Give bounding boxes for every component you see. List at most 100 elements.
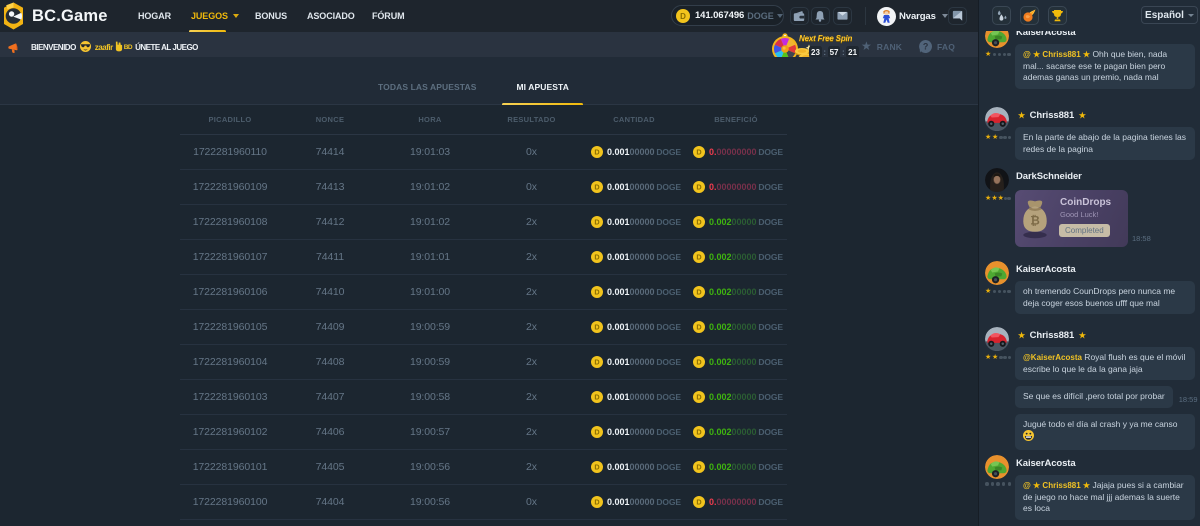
profit-value: 0.00200000	[709, 252, 757, 262]
tab-todas-las-apuestas[interactable]: TODAS LAS APUESTAS	[358, 70, 496, 104]
cell-hash: 1722281960110	[180, 146, 280, 158]
column-header-resultado: RESULTADO	[480, 115, 583, 124]
wallet-button[interactable]	[790, 7, 809, 26]
table-row[interactable]: 17222819601037440719:00:582xD0.00100000D…	[180, 380, 787, 415]
amount-currency: DOGE	[656, 287, 681, 297]
amount-value: 0.00100000	[607, 322, 655, 332]
profit-currency: DOGE	[758, 497, 783, 507]
language-selector[interactable]: Español	[1141, 6, 1198, 24]
cell-nonce: 74409	[280, 321, 380, 333]
chat-username[interactable]: KaiserAcosta	[1016, 458, 1076, 469]
chat-bubble[interactable]: @ ★ Chriss881 ★ Jajaja pues si a cambiar…	[1015, 475, 1195, 520]
table-row[interactable]: 17222819601087441219:01:022xD0.00100000D…	[180, 205, 787, 240]
chat-avatar[interactable]	[985, 168, 1009, 192]
table-row[interactable]: 17222819601097441319:01:020xD0.00100000D…	[180, 170, 787, 205]
cell-result: 0x	[480, 496, 583, 508]
balance-pill[interactable]: D 141.067496 DOGE	[671, 5, 784, 26]
cell-amount: D0.00100000DOGE	[583, 461, 685, 473]
coindrops-card[interactable]: ₿CoinDropsGood Luck!Completed	[1015, 190, 1128, 247]
doge-coin-icon: D	[693, 216, 705, 228]
chat-avatar[interactable]	[985, 31, 1009, 48]
svg-text:D: D	[680, 12, 686, 21]
profit-value: 0.00200000	[709, 322, 757, 332]
table-row[interactable]: 17222819601017440519:00:562xD0.00100000D…	[180, 450, 787, 485]
tab-mi-apuesta[interactable]: MI APUESTA	[496, 70, 588, 104]
chat-bubble[interactable]: Jugué todo el día al crash y ya me canso	[1015, 414, 1195, 450]
profit-currency: DOGE	[758, 357, 783, 367]
chat-avatar[interactable]	[985, 327, 1009, 351]
cell-hash: 1722281960104	[180, 356, 280, 368]
chat-bubble[interactable]: Se que es difícil ,pero total por probar…	[1015, 386, 1173, 408]
doge-coin-icon: D	[693, 321, 705, 333]
cell-profit: D0.00200000DOGE	[685, 251, 787, 263]
table-row[interactable]: 17222819601027440619:00:572xD0.00100000D…	[180, 415, 787, 450]
user-menu[interactable]: Nvargas	[877, 7, 948, 26]
fireball-button[interactable]	[1020, 6, 1039, 25]
table-row[interactable]: 17222819601107441419:01:030xD0.00100000D…	[180, 135, 787, 170]
cell-result: 2x	[480, 426, 583, 438]
cell-time: 19:00:59	[380, 356, 480, 368]
user-avatar	[877, 7, 896, 26]
cell-hash: 1722281960109	[180, 181, 280, 193]
chat-toggle-button[interactable]	[948, 7, 967, 26]
chat-username[interactable]: KaiserAcosta	[1016, 264, 1076, 275]
faq-label: FAQ	[937, 42, 955, 52]
table-row[interactable]: 17222819601007440419:00:560xD0.00100000D…	[180, 485, 787, 520]
amount-value: 0.00100000	[607, 217, 655, 227]
rating-dot-icon	[1002, 482, 1006, 486]
chat-username[interactable]: ★ Chriss881 ★	[1016, 110, 1088, 121]
doge-coin-icon: D	[693, 426, 705, 438]
bets-table-wrap: PICADILLONONCEHORARESULTADOCANTIDADBENEF…	[0, 105, 978, 526]
cell-time: 19:00:57	[380, 426, 480, 438]
notifications-button[interactable]	[811, 7, 830, 26]
chat-toggle-icon	[952, 10, 963, 21]
messages-button[interactable]	[833, 7, 852, 26]
chat-username[interactable]: DarkSchneider	[1016, 171, 1082, 182]
amount-currency: DOGE	[656, 392, 681, 402]
rain-button[interactable]	[992, 6, 1011, 25]
table-row[interactable]: 17222819601047440819:00:592xD0.00100000D…	[180, 345, 787, 380]
announcement-prefix: BIENVENIDO	[31, 43, 76, 52]
svg-text:D: D	[594, 358, 599, 367]
faq-button[interactable]: ? FAQ	[919, 36, 955, 57]
table-row[interactable]: 17222819601057440919:00:592xD0.00100000D…	[180, 310, 787, 345]
doge-coin-icon: D	[591, 496, 603, 508]
chat-username[interactable]: ★ Chriss881 ★	[1016, 330, 1088, 341]
cell-profit: D0.00000000DOGE	[685, 181, 787, 193]
cell-result: 2x	[480, 286, 583, 298]
chat-avatar[interactable]	[985, 455, 1009, 479]
cell-result: 2x	[480, 356, 583, 368]
cell-amount: D0.00100000DOGE	[583, 356, 685, 368]
trophy-icon	[1051, 9, 1064, 22]
chat-bubble[interactable]: @ ★ Chriss881 ★ Ohh que bien, nada mal..…	[1015, 44, 1195, 89]
doge-coin-icon: D	[693, 181, 705, 193]
chat-bubble[interactable]: @KaiserAcosta Royal flush es que el móvi…	[1015, 347, 1195, 380]
cell-result: 2x	[480, 216, 583, 228]
chat-bubble[interactable]: oh tremendo CounDrops pero nunca me deja…	[1015, 281, 1195, 314]
cell-hash: 1722281960107	[180, 251, 280, 263]
column-header-picadillo: PICADILLO	[180, 115, 280, 124]
rank-button[interactable]: ★ RANK	[861, 36, 902, 57]
chat-bubble[interactable]: En la parte de abajo de la pagina tienes…	[1015, 127, 1195, 160]
table-row[interactable]: 17222819601077441119:01:012xD0.00100000D…	[180, 240, 787, 275]
cell-time: 19:01:02	[380, 181, 480, 193]
coindrops-completed-button[interactable]: Completed	[1059, 224, 1110, 237]
rating-dot-icon	[993, 53, 997, 57]
amount-currency: DOGE	[656, 427, 681, 437]
chat-avatar[interactable]	[985, 107, 1009, 131]
cell-nonce: 74410	[280, 286, 380, 298]
amount-value: 0.00100000	[607, 392, 655, 402]
chat-avatar[interactable]	[985, 261, 1009, 285]
amount-value: 0.00100000	[607, 147, 655, 157]
mail-icon	[837, 10, 848, 21]
rating-dot-icon	[1003, 290, 1007, 294]
rating-dot-icon	[996, 482, 1000, 486]
rating-dot-icon	[999, 356, 1003, 360]
rating-dot-icon	[991, 482, 995, 486]
trophy-button[interactable]	[1048, 6, 1067, 25]
doge-coin-icon: D	[591, 146, 603, 158]
doge-coin-icon: D	[591, 426, 603, 438]
profit-currency: DOGE	[758, 252, 783, 262]
table-row[interactable]: 17222819601067441019:01:002xD0.00100000D…	[180, 275, 787, 310]
chat-username[interactable]: KaiserAcosta	[1016, 31, 1076, 38]
